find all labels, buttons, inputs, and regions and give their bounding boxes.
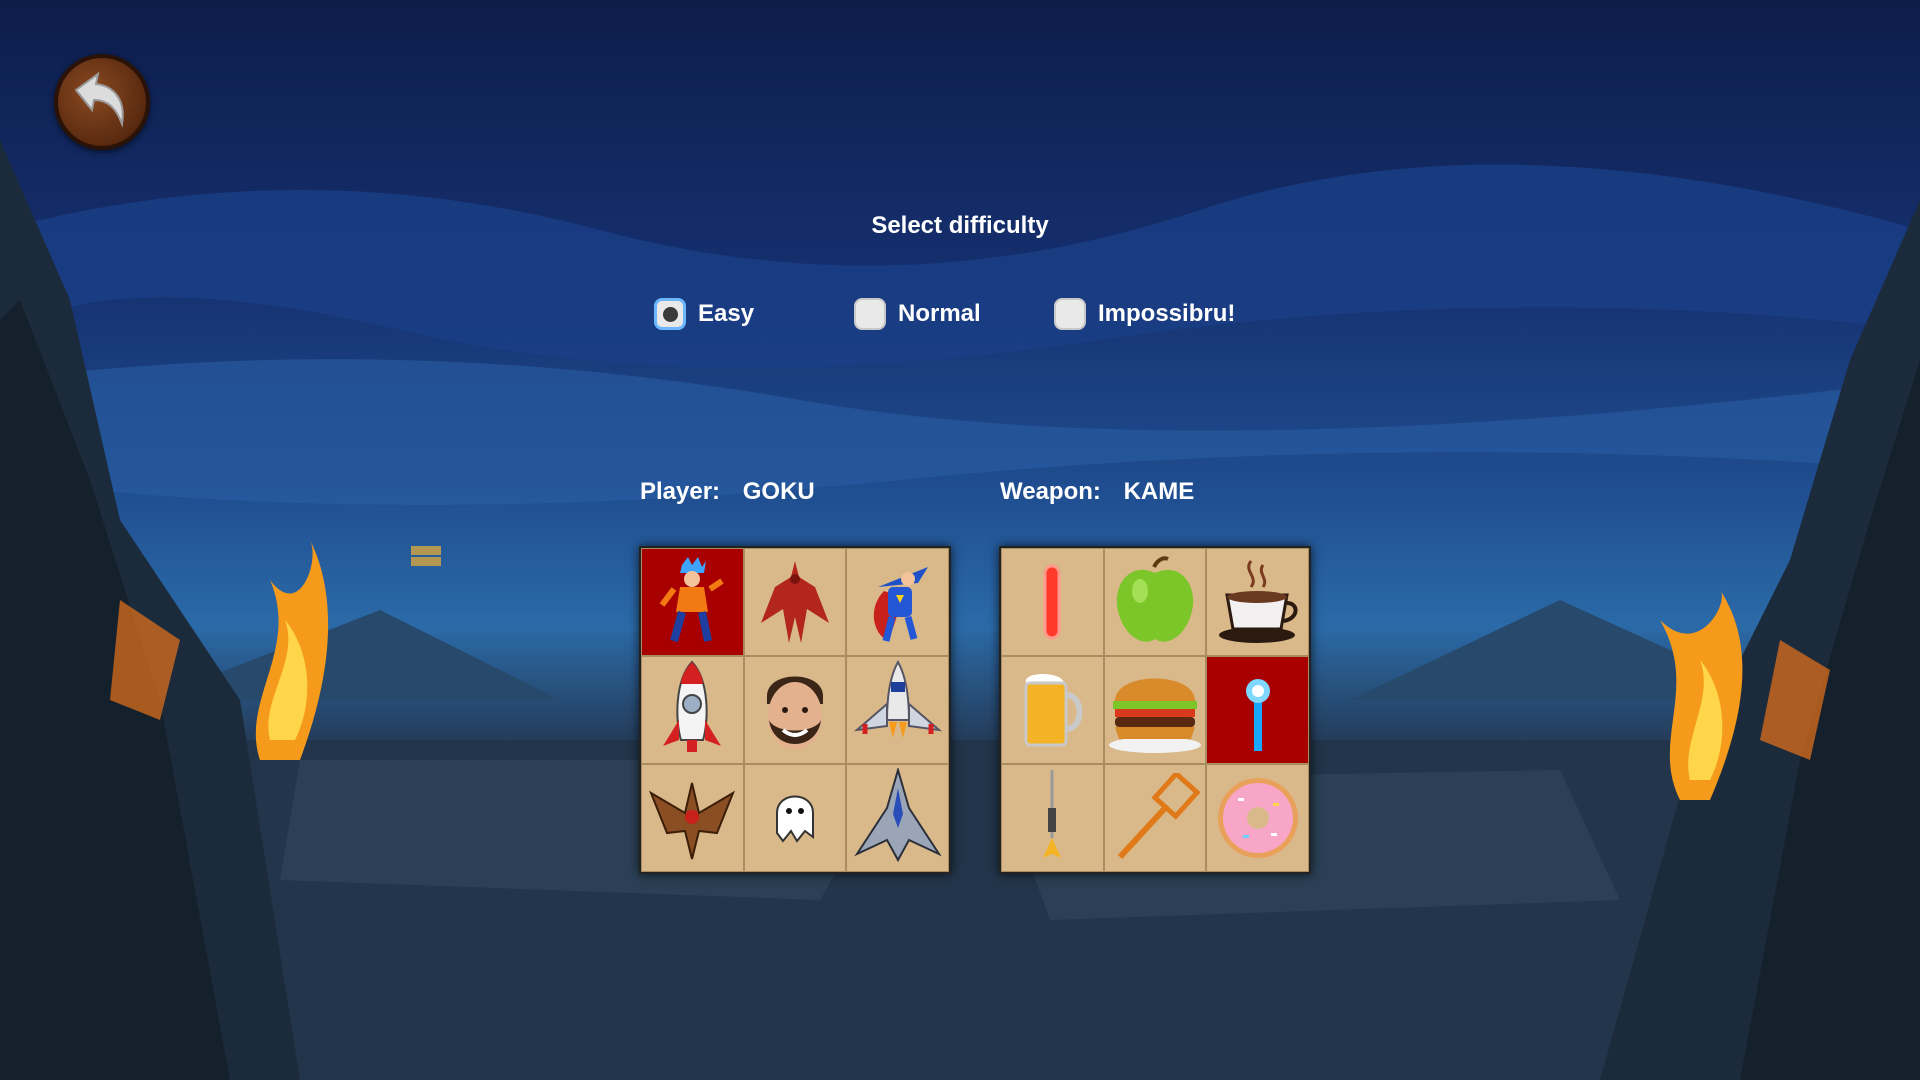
weapon-value: KAME [1123,478,1195,505]
weapon-cell-burger[interactable] [1103,656,1207,764]
ghost-icon [775,795,814,843]
kame-blast-icon [1245,679,1270,751]
difficulty-option-impossibru[interactable]: Impossibru! [1054,298,1235,330]
donut-icon [1217,778,1298,858]
laser-icon [1043,564,1061,640]
weapon-cell-laser[interactable] [1001,548,1104,656]
back-button[interactable] [54,54,150,150]
player-cell-superman[interactable] [846,548,949,656]
difficulty-option-easy[interactable]: Easy [654,298,754,330]
red-demon-icon [760,561,829,643]
player-cell-ghost[interactable] [743,764,847,872]
radio-dot-icon [662,306,678,322]
player-value: GOKU [742,478,815,505]
weapon-cell-swatter[interactable] [1103,764,1207,872]
coffee-cup-icon [1218,560,1298,643]
weapon-cell-dart[interactable] [1001,764,1104,872]
player-label-text: Player: [640,478,721,505]
difficulty-impossibru-label: Impossibru! [1098,300,1236,327]
burger-icon [1108,678,1201,753]
background-scenery [0,140,1920,1080]
player-cell-demon[interactable] [743,548,847,656]
weapon-cell-beer[interactable] [1001,656,1104,764]
player-cell-face[interactable] [743,656,847,764]
radio-normal[interactable] [854,298,886,330]
starfighter-icon [853,768,942,863]
weapon-label: Weapon: KAME [1000,478,1194,506]
difficulty-normal-label: Normal [898,300,981,327]
weapon-cell-coffee[interactable] [1206,548,1309,656]
small-logo-icon [411,546,441,566]
fly-swatter-icon [1117,773,1200,860]
player-cell-rocket[interactable] [641,656,744,764]
difficulty-title: Select difficulty [871,212,1049,239]
weapon-cell-donut[interactable] [1206,764,1309,872]
superman-icon [873,567,928,642]
weapon-cell-apple[interactable] [1103,548,1207,656]
space-shuttle-icon [853,660,942,738]
player-label: Player: GOKU [640,478,815,506]
back-arrow-icon [74,71,124,128]
apple-icon [1116,555,1194,642]
player-cell-shuttle[interactable] [846,656,949,764]
difficulty-easy-label: Easy [698,300,755,327]
radio-easy[interactable] [654,298,686,330]
rocket-icon [663,660,722,752]
player-cell-bird-ship[interactable] [641,764,744,872]
player-cell-goku[interactable] [641,548,744,656]
player-cell-starfighter[interactable] [846,764,949,872]
radio-impossibru[interactable] [1054,298,1086,330]
face-icon [766,676,823,750]
difficulty-option-normal[interactable]: Normal [854,298,981,330]
beer-mug-icon [1024,674,1083,747]
bird-ship-icon [649,782,736,860]
dart-icon [1043,770,1062,858]
weapon-grid [999,546,1311,874]
weapon-cell-kame[interactable] [1206,656,1309,764]
player-grid [639,546,951,874]
weapon-label-text: Weapon: [1000,478,1101,505]
goku-icon [659,557,724,643]
